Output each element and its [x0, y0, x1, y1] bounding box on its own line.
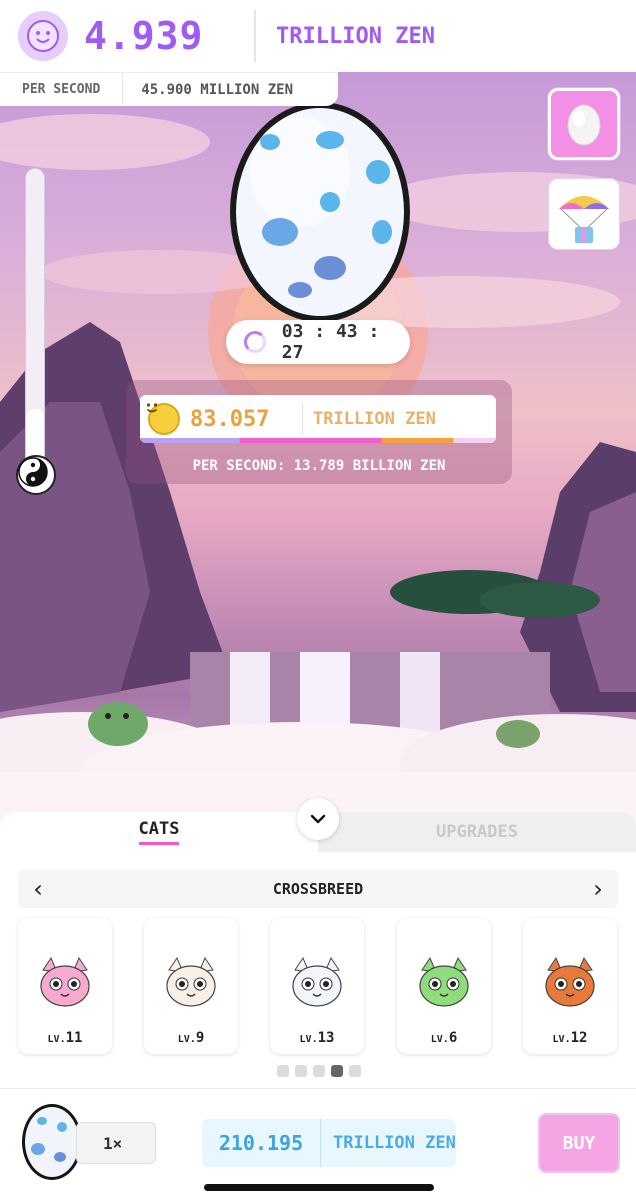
price-separator: [320, 1119, 321, 1167]
pager-dots: [277, 1065, 361, 1077]
price-unit: TRILLION ZEN: [333, 1133, 456, 1153]
cat-level: LV.11: [47, 1030, 83, 1046]
tab-bar: CATS UPGRADES: [0, 798, 636, 852]
cat-level: LV.6: [430, 1030, 458, 1046]
cat-avatar-icon: [419, 956, 469, 1007]
balance-bar: 4.939 TRILLION ZEN: [0, 0, 636, 72]
zen-pool-per-second: PER SECOND: 13.789 BILLION ZEN: [192, 458, 446, 474]
pager-dot[interactable]: [277, 1065, 289, 1077]
egg-icon: [567, 104, 601, 146]
dragon-creature-left[interactable]: [88, 702, 148, 746]
tab-upgrades[interactable]: UPGRADES: [318, 812, 636, 852]
cat-card[interactable]: LV.12: [523, 918, 617, 1054]
next-arrow-icon[interactable]: ›: [578, 875, 618, 903]
cat-card[interactable]: LV.6: [397, 918, 491, 1054]
rate-strip: PER SECOND 45.900 MILLION ZEN: [0, 72, 338, 106]
zen-pool-amount-box: 83.057 TRILLION ZEN: [140, 395, 496, 443]
zen-meter: [25, 168, 45, 490]
cat-avatar-icon: [292, 956, 342, 1007]
price-amount: 210.195: [218, 1131, 304, 1155]
airdrop-button[interactable]: [548, 178, 620, 250]
hatch-timer-value: 03 : 43 : 27: [281, 321, 380, 363]
rate-value: 45.900 MILLION ZEN: [141, 81, 293, 98]
cat-card[interactable]: LV.13: [270, 918, 364, 1054]
zen-pool-separator: [302, 403, 303, 435]
hatch-timer: 03 : 43 : 27: [226, 320, 410, 364]
pager-dot[interactable]: [331, 1065, 343, 1077]
price-display: 210.195 TRILLION ZEN: [202, 1119, 456, 1167]
cat-card[interactable]: LV.11: [18, 918, 112, 1054]
cat-cards: LV.11 LV.9 LV.13 LV.6 LV.12: [18, 918, 618, 1054]
dragon-creature-right[interactable]: [496, 720, 540, 748]
tab-upgrades-label: UPGRADES: [436, 822, 518, 842]
pager-dot[interactable]: [349, 1065, 361, 1077]
parachute-gift-icon: [559, 196, 609, 243]
tab-cats[interactable]: CATS: [0, 812, 318, 852]
pager-dot[interactable]: [313, 1065, 325, 1077]
hatching-egg[interactable]: [230, 102, 410, 322]
prev-arrow-icon[interactable]: ‹: [18, 875, 58, 903]
balance-unit: TRILLION ZEN: [276, 23, 435, 49]
home-indicator[interactable]: [204, 1184, 434, 1191]
tab-cats-label: CATS: [138, 819, 180, 845]
yin-yang-icon[interactable]: [16, 455, 56, 495]
zen-pool-progress-bar: [140, 438, 496, 443]
rate-label: PER SECOND: [0, 73, 124, 106]
quantity-selector[interactable]: 1×: [76, 1122, 156, 1164]
game-scene[interactable]: 03 : 43 : 27 83.057 TRILLION ZEN PER SEC…: [0, 72, 636, 832]
balance-divider: [254, 10, 256, 62]
egg-shop-button[interactable]: [548, 88, 620, 160]
balance-amount: 4.939: [84, 14, 204, 58]
cat-avatar-icon: [545, 956, 595, 1007]
zen-face-icon: [18, 11, 68, 61]
loading-spinner-icon: [244, 331, 266, 353]
pager-dot[interactable]: [295, 1065, 307, 1077]
chevron-down-icon: [310, 814, 326, 824]
cat-card[interactable]: LV.9: [144, 918, 238, 1054]
zen-pool-unit: TRILLION ZEN: [313, 409, 436, 429]
cat-avatar-icon: [40, 956, 90, 1007]
buy-bar: 1× 210.195 TRILLION ZEN BUY: [0, 1088, 636, 1200]
crossbreed-title: CROSSBREED: [272, 880, 364, 898]
cat-level: LV.9: [177, 1030, 205, 1046]
collapse-panel-button[interactable]: [297, 798, 339, 840]
smiley-coin-icon: [146, 403, 180, 435]
cat-avatar-icon: [166, 956, 216, 1007]
zen-pool-card[interactable]: 83.057 TRILLION ZEN PER SECOND: 13.789 B…: [126, 380, 512, 484]
cat-level: LV.12: [552, 1030, 588, 1046]
buy-button[interactable]: BUY: [538, 1113, 620, 1173]
crossbreed-header: ‹ CROSSBREED ›: [18, 870, 618, 908]
zen-pool-amount: 83.057: [190, 406, 270, 432]
cat-level: LV.13: [299, 1030, 335, 1046]
